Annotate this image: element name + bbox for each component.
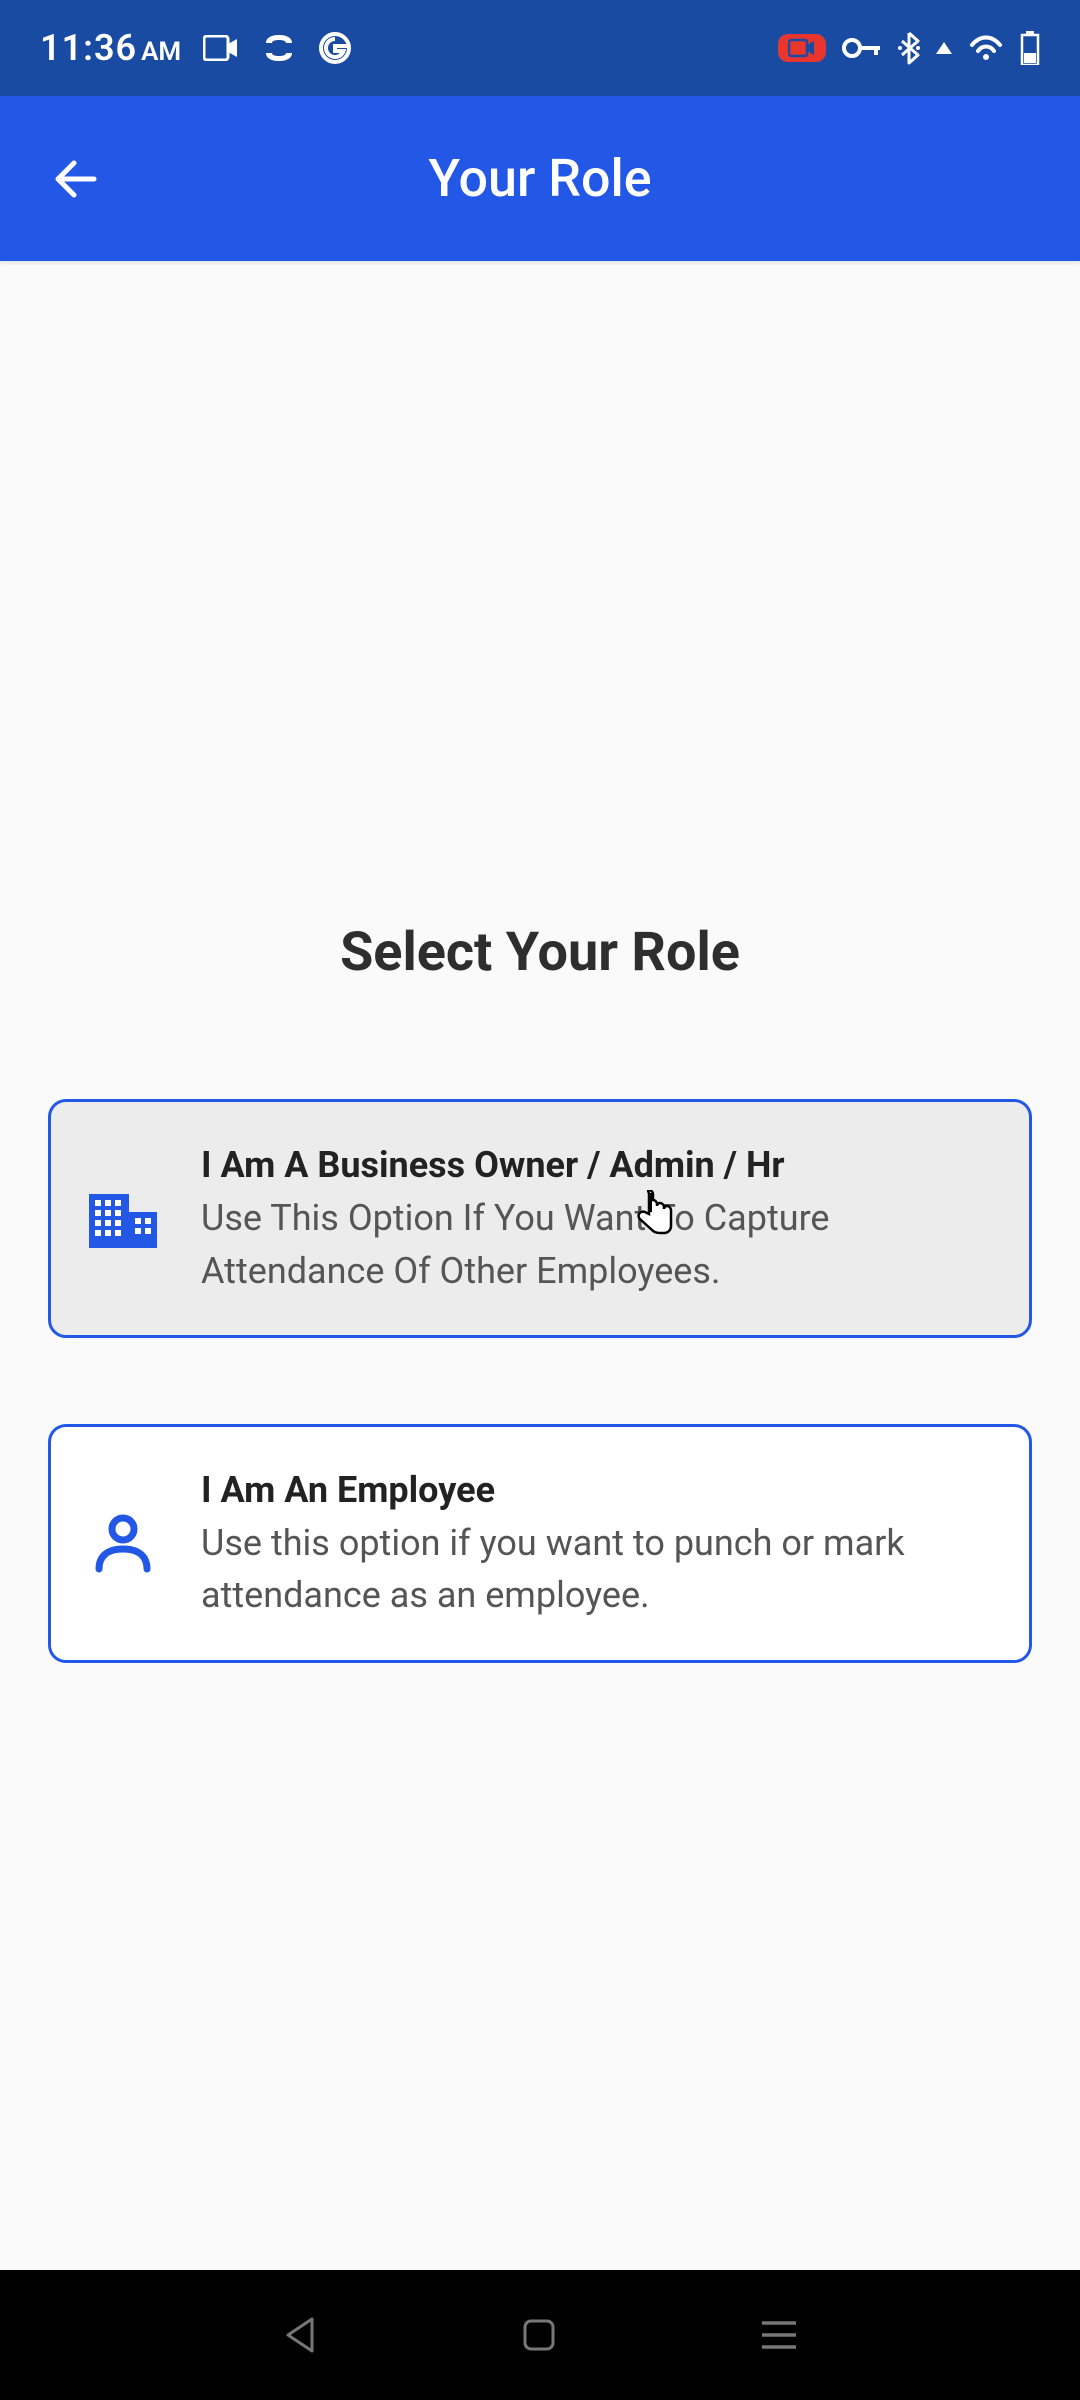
nav-home-button[interactable] xyxy=(521,2317,557,2353)
option-subtitle: Use this option if you want to punch or … xyxy=(201,1517,995,1621)
navigation-bar xyxy=(0,2270,1080,2400)
app-bar: Your Role xyxy=(0,96,1080,261)
person-icon xyxy=(85,1507,161,1579)
option-title: I Am An Employee xyxy=(201,1465,995,1515)
page-heading: Select Your Role xyxy=(340,921,740,984)
record-badge xyxy=(778,34,826,62)
battery-icon xyxy=(1020,31,1040,65)
back-button[interactable] xyxy=(48,151,104,207)
option-text: I Am An Employee Use this option if you … xyxy=(201,1465,995,1622)
key-icon xyxy=(842,37,882,59)
bluetooth-icon xyxy=(898,31,920,65)
camera-icon xyxy=(203,35,239,61)
app-bar-title: Your Role xyxy=(0,148,1080,209)
google-icon xyxy=(319,32,351,64)
options-container: I Am A Business Owner / Admin / Hr Use T… xyxy=(48,1099,1032,1663)
main-content: Select Your Role xyxy=(0,261,1080,1663)
nav-recent-button[interactable] xyxy=(760,2319,798,2351)
role-option-admin[interactable]: I Am A Business Owner / Admin / Hr Use T… xyxy=(48,1099,1032,1338)
building-icon xyxy=(85,1188,161,1248)
triangle-up-icon xyxy=(936,42,952,54)
option-title: I Am A Business Owner / Admin / Hr xyxy=(201,1140,995,1190)
wifi-icon xyxy=(968,34,1004,62)
nav-back-button[interactable] xyxy=(282,2315,318,2355)
status-left: 11:36AM xyxy=(40,27,351,69)
status-right xyxy=(778,31,1040,65)
role-option-employee[interactable]: I Am An Employee Use this option if you … xyxy=(48,1424,1032,1663)
option-subtitle: Use This Option If You Want To Capture A… xyxy=(201,1192,995,1296)
status-time: 11:36AM xyxy=(40,27,181,69)
option-text: I Am A Business Owner / Admin / Hr Use T… xyxy=(201,1140,995,1297)
status-bar: 11:36AM xyxy=(0,0,1080,96)
swap-icon xyxy=(261,33,297,63)
